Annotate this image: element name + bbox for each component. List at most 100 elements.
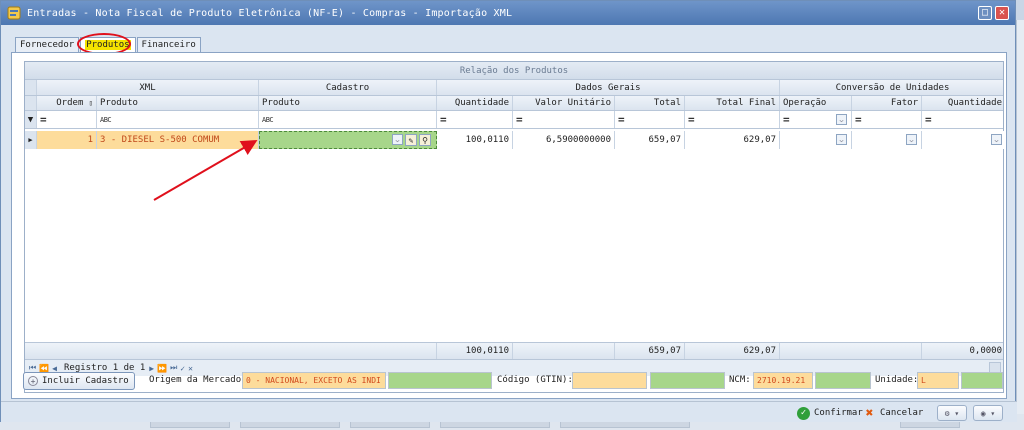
band-header-row: XML Cadastro Dados Gerais Conversão de U… [25, 80, 1003, 96]
produtos-grid: Relação dos Produtos XML Cadastro Dados … [24, 61, 1005, 393]
chevron-down-icon[interactable]: ⌵ [906, 134, 917, 145]
grid-caption: Relação dos Produtos [25, 62, 1003, 80]
chevron-down-icon[interactable]: ⌵ [836, 134, 847, 145]
filter-valor-unitario[interactable]: = [513, 111, 615, 128]
col-xml-produto[interactable]: Produto [97, 96, 259, 110]
title-bar[interactable]: Entradas - Nota Fiscal de Produto Eletrô… [1, 1, 1015, 25]
app-icon [7, 6, 21, 20]
produtos-panel: Relação dos Produtos XML Cadastro Dados … [11, 52, 1007, 399]
filter-row: ▼ = ABC ABC = = = = = ⌵ = = [25, 111, 1003, 129]
origem-extra-field[interactable] [388, 372, 492, 389]
filter-xml-produto[interactable]: ABC [97, 111, 259, 128]
footer-spacer [25, 343, 437, 359]
action-bar: ✓ Confirmar ✖ Cancelar ⚙ ▾ ◉ ▾ [1, 401, 1017, 422]
gear-icon: ⚙ ▾ [944, 408, 960, 418]
maximize-icon: □ [981, 7, 989, 18]
filter-total-final[interactable]: = [685, 111, 780, 128]
chevron-down-icon[interactable]: ⌵ [392, 134, 403, 145]
incluir-cadastro-label: Incluir Cadastro [42, 376, 129, 386]
col-cadastro-produto[interactable]: Produto [259, 96, 437, 110]
footer-total: 659,07 [615, 343, 685, 359]
equals-icon: = [688, 113, 695, 126]
ncm-field[interactable]: 2710.19.21 [753, 372, 813, 389]
help-button[interactable]: ◉ ▾ [973, 405, 1003, 421]
band-dados-gerais: Dados Gerais [437, 80, 780, 95]
filter-icon[interactable]: ▼ [25, 111, 37, 128]
cancel-x-icon: ✖ [865, 405, 874, 421]
grid-footer-row: 100,0110 659,07 629,07 0,0000 [25, 342, 1003, 360]
chevron-down-icon[interactable]: ⌵ [836, 114, 847, 125]
band-conversao: Conversão de Unidades [835, 82, 950, 93]
edit-icon[interactable]: ✎ [405, 134, 417, 146]
equals-icon: = [925, 113, 932, 126]
gtin-label: Código (GTIN): [497, 375, 573, 385]
equals-icon: = [783, 113, 790, 126]
unidade-extra-field[interactable] [961, 372, 1003, 389]
produto-details-bar: + Incluir Cadastro Origem da Mercadoria:… [11, 370, 1007, 392]
gtin-extra-field[interactable] [650, 372, 725, 389]
filter-quantidade[interactable]: = [437, 111, 513, 128]
nfe-import-window: Entradas - Nota Fiscal de Produto Eletrô… [0, 0, 1017, 422]
cell-quantidade[interactable]: 100,0110 [437, 131, 513, 149]
column-header-row: Ordem ▯ Produto Produto Quantidade Valor… [25, 96, 1003, 111]
confirmar-button[interactable]: ✓ Confirmar [797, 405, 863, 421]
filter-ordem[interactable]: = [37, 111, 97, 128]
cell-total[interactable]: 659,07 [615, 131, 685, 149]
sort-icon: ▯ [88, 99, 93, 107]
tab-fornecedor[interactable]: Fornecedor [15, 37, 80, 52]
cell-conv-quantidade[interactable]: ⌵ [922, 131, 1005, 149]
filter-fator[interactable]: = [852, 111, 922, 128]
filter-total[interactable]: = [615, 111, 685, 128]
filter-operacao[interactable]: = ⌵ [780, 111, 852, 128]
filter-cadastro-produto[interactable]: ABC [259, 111, 437, 128]
tab-strip: Fornecedor Produtos Financeiro [15, 33, 202, 55]
col-operacao[interactable]: Operação [780, 96, 852, 110]
footer-quantidade: 100,0110 [437, 343, 513, 359]
col-total-final[interactable]: Total Final [685, 96, 780, 110]
footer-total-final: 629,07 [685, 343, 780, 359]
col-total[interactable]: Total [615, 96, 685, 110]
window-title: Entradas - Nota Fiscal de Produto Eletrô… [27, 7, 513, 19]
footer-valor-unitario [513, 343, 615, 359]
check-icon: ✓ [797, 406, 810, 420]
ncm-extra-field[interactable] [815, 372, 871, 389]
cell-total-final[interactable]: 629,07 [685, 131, 780, 149]
unidade-field[interactable]: L [917, 372, 959, 389]
col-label: Ordem [56, 98, 84, 108]
equals-icon: = [516, 113, 523, 126]
col-conv-quantidade[interactable]: Quantidade [922, 96, 1005, 110]
col-ordem[interactable]: Ordem ▯ [37, 96, 97, 110]
plus-icon: + [28, 376, 38, 386]
incluir-cadastro-button[interactable]: + Incluir Cadastro [23, 372, 135, 390]
cell-valor-unitario[interactable]: 6,5900000000 [513, 131, 615, 149]
cancelar-button[interactable]: ✖ Cancelar [863, 405, 924, 421]
background-app-edge [1016, 20, 1024, 420]
cell-cadastro-produto[interactable]: ⌵ ✎ ⚲ [259, 131, 437, 149]
filter-conv-quantidade[interactable]: = [922, 111, 1005, 128]
search-product-icon[interactable]: ⚲ [419, 134, 431, 146]
maximize-button[interactable]: □ [978, 6, 992, 20]
cell-ordem[interactable]: 1 [37, 131, 97, 149]
cancelar-label: Cancelar [880, 408, 924, 418]
col-quantidade[interactable]: Quantidade [437, 96, 513, 110]
footer-spacer [780, 343, 922, 359]
close-icon: ✕ [998, 7, 1006, 18]
tab-produtos[interactable]: Produtos [77, 33, 136, 55]
cell-fator[interactable]: ⌵ [852, 131, 922, 149]
close-button[interactable]: ✕ [995, 6, 1009, 20]
equals-icon: = [40, 113, 47, 126]
equals-icon: = [618, 113, 625, 126]
col-fator[interactable]: Fator [852, 96, 922, 110]
col-valor-unitario[interactable]: Valor Unitário [513, 96, 615, 110]
footer-conv-quantidade: 0,0000 [969, 346, 1002, 356]
options-button[interactable]: ⚙ ▾ [937, 405, 967, 421]
row-indicator-icon: ▶ [25, 131, 37, 149]
help-icon: ◉ ▾ [980, 408, 996, 418]
ncm-label: NCM: [729, 375, 751, 385]
tab-financeiro[interactable]: Financeiro [136, 37, 201, 52]
origem-field[interactable]: 0 - NACIONAL, EXCETO AS INDI [242, 372, 386, 389]
chevron-down-icon[interactable]: ⌵ [991, 134, 1002, 145]
band-cadastro: Cadastro [259, 80, 437, 95]
cell-operacao[interactable]: ⌵ [780, 131, 852, 149]
gtin-field[interactable] [572, 372, 647, 389]
